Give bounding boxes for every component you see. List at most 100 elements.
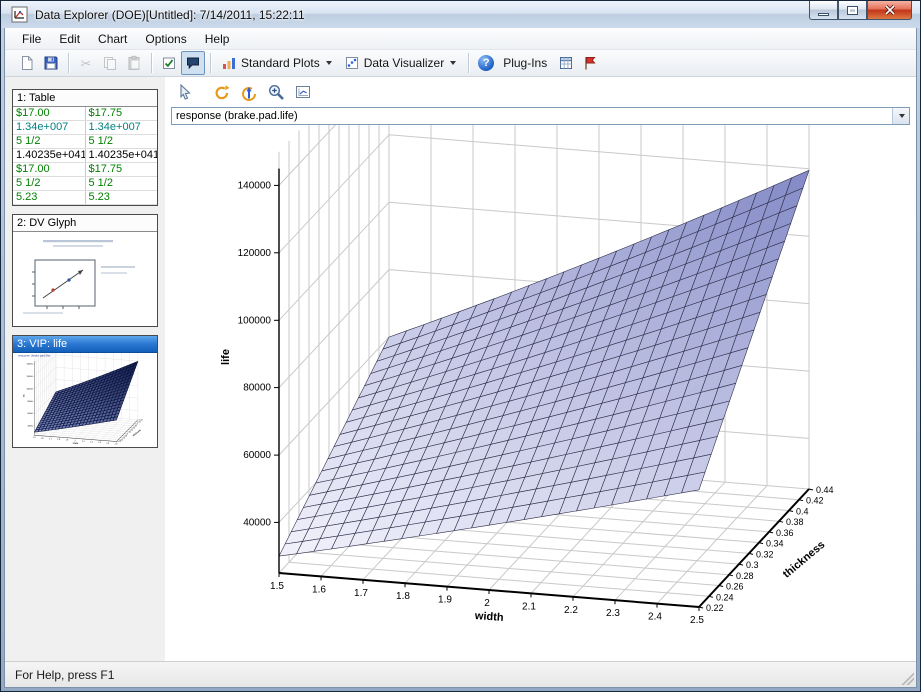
panel-vip-life[interactable]: 3: VIP: life 1.51.61.71.81.922.12.22.32.… <box>12 335 158 448</box>
plot-toolbar <box>165 77 916 105</box>
table-cell: 1.40235e+041 <box>85 149 157 163</box>
standard-plots-label: Standard Plots <box>241 56 320 70</box>
svg-text:2.3: 2.3 <box>606 608 620 619</box>
rotate-icon <box>213 83 231 101</box>
plugins-button[interactable]: Plug-Ins <box>498 51 554 75</box>
dv-glyph-thumbnail[interactable] <box>13 232 157 326</box>
menu-file[interactable]: File <box>13 29 50 49</box>
reset-view-button[interactable] <box>237 80 261 104</box>
red-flag-icon <box>582 55 598 71</box>
table-cell: $17.75 <box>85 107 157 121</box>
svg-text:thickness: thickness <box>132 428 142 437</box>
minimize-button[interactable] <box>809 1 838 20</box>
standard-plots-button[interactable]: Standard Plots <box>216 51 339 75</box>
paste-button[interactable] <box>122 51 146 75</box>
svg-text:140000: 140000 <box>238 180 272 191</box>
panel-table[interactable]: 1: Table $17.00$17.75 1.34e+0071.34e+007… <box>12 89 158 206</box>
svg-text:0.32: 0.32 <box>756 549 774 559</box>
table-row: 1.40235e+0411.40235e+041 <box>13 149 157 163</box>
svg-text:0.44: 0.44 <box>816 485 834 495</box>
flag-button[interactable] <box>578 51 602 75</box>
svg-text:0.28: 0.28 <box>736 571 754 581</box>
svg-text:1.6: 1.6 <box>41 438 44 440</box>
new-button[interactable] <box>15 51 39 75</box>
plot-pane: response (brake.pad.life) 1.51.61.71.81.… <box>165 77 916 661</box>
titlebar[interactable]: Data Explorer (DOE)[Untitled]: 7/14/2011… <box>1 1 920 28</box>
svg-text:1.7: 1.7 <box>354 588 368 599</box>
panel-dv-glyph[interactable]: 2: DV Glyph <box>12 214 158 327</box>
plugins-label: Plug-Ins <box>503 56 547 70</box>
menu-help[interactable]: Help <box>196 29 239 49</box>
svg-text:width: width <box>73 442 80 445</box>
data-visualizer-label: Data Visualizer <box>364 56 444 70</box>
panel-vip-life-title[interactable]: 3: VIP: life <box>13 336 157 353</box>
table-row: 5.235.23 <box>13 191 157 205</box>
svg-text:120000: 120000 <box>238 248 272 259</box>
save-button[interactable] <box>39 51 63 75</box>
svg-text:0.22: 0.22 <box>118 441 121 443</box>
svg-text:2.1: 2.1 <box>82 441 85 443</box>
response-selector-value: response (brake.pad.life) <box>172 110 892 122</box>
svg-text:100000: 100000 <box>26 388 32 390</box>
select-data-button[interactable] <box>157 51 181 75</box>
svg-text:0.24: 0.24 <box>716 592 734 602</box>
app-window: Data Explorer (DOE)[Untitled]: 7/14/2011… <box>0 0 921 692</box>
svg-text:1.7: 1.7 <box>49 438 52 440</box>
zoom-in-icon <box>267 83 285 101</box>
report-grid-button[interactable] <box>554 51 578 75</box>
annotation-button[interactable] <box>181 51 205 75</box>
dv-glyph-preview <box>13 232 157 326</box>
svg-text:life: life <box>24 393 26 397</box>
table-row: 5 1/25 1/2 <box>13 177 157 191</box>
statusbar: For Help, press F1 <box>5 661 916 687</box>
menu-edit[interactable]: Edit <box>50 29 89 49</box>
svg-text:2.4: 2.4 <box>648 612 662 623</box>
svg-text:0.26: 0.26 <box>726 582 744 592</box>
svg-text:0.36: 0.36 <box>131 427 134 429</box>
svg-text:0.36: 0.36 <box>776 528 794 538</box>
svg-text:0.38: 0.38 <box>786 517 804 527</box>
svg-text:0.34: 0.34 <box>766 539 784 549</box>
rotate-tool-button[interactable] <box>210 80 234 104</box>
cursor-arrow-icon <box>176 83 194 101</box>
svg-text:2.4: 2.4 <box>106 443 109 445</box>
vip-life-thumbnail[interactable]: 1.51.61.71.81.922.12.22.32.42.50.220.240… <box>13 353 157 447</box>
svg-text:1.8: 1.8 <box>57 439 60 441</box>
copy-button[interactable] <box>98 51 122 75</box>
toolbar-separator <box>468 53 469 73</box>
window-controls <box>809 1 912 20</box>
table-cell: 5 1/2 <box>13 177 85 191</box>
response-selector-dropdown-button[interactable] <box>892 108 909 124</box>
save-icon <box>43 55 59 71</box>
maximize-button[interactable] <box>838 1 867 20</box>
svg-text:60000: 60000 <box>243 450 271 461</box>
zoom-in-button[interactable] <box>264 80 288 104</box>
table-cell: 5 1/2 <box>85 177 157 191</box>
plot-window-button[interactable] <box>291 80 315 104</box>
close-button[interactable] <box>867 1 912 20</box>
cut-button[interactable]: ✂ <box>74 51 98 75</box>
menu-chart[interactable]: Chart <box>89 29 136 49</box>
svg-text:0.22: 0.22 <box>706 603 724 613</box>
svg-text:40000: 40000 <box>243 517 271 528</box>
response-selector[interactable]: response (brake.pad.life) <box>171 107 910 125</box>
vip-life-preview: 1.51.61.71.81.922.12.22.32.42.50.220.240… <box>13 353 157 447</box>
status-text: For Help, press F1 <box>15 668 114 682</box>
svg-text:80000: 80000 <box>28 401 33 403</box>
panel-dv-glyph-title[interactable]: 2: DV Glyph <box>13 215 157 232</box>
new-document-icon <box>19 55 35 71</box>
table-cell: 5 1/2 <box>85 135 157 149</box>
svg-text:1.9: 1.9 <box>66 440 69 442</box>
panel-table-title[interactable]: 1: Table <box>13 90 157 107</box>
copy-icon <box>102 55 118 71</box>
data-visualizer-button[interactable]: Data Visualizer <box>339 51 463 75</box>
svg-text:40000: 40000 <box>28 426 33 428</box>
table-cell: 1.34e+007 <box>85 121 157 135</box>
select-tool-button[interactable] <box>173 80 197 104</box>
resize-grip-icon[interactable] <box>901 672 914 685</box>
help-button[interactable]: ? <box>474 51 498 75</box>
svg-text:0.42: 0.42 <box>137 422 140 424</box>
surface-plot[interactable]: 1.51.61.71.81.922.12.22.32.42.50.220.240… <box>169 125 907 637</box>
window-inner: File Edit Chart Options Help <box>5 28 916 687</box>
menu-options[interactable]: Options <box>136 29 195 49</box>
